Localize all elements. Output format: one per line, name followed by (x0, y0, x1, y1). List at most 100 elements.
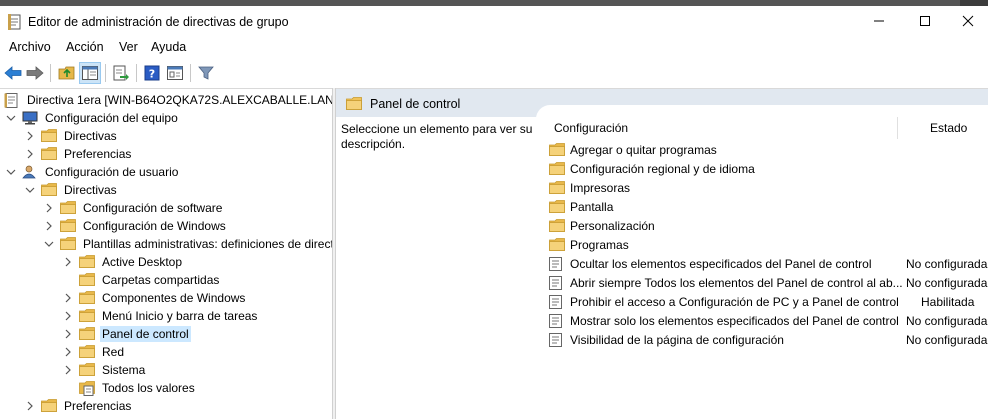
expand-toggle[interactable] (5, 112, 17, 124)
tree-node[interactable]: Menú Inicio y barra de tareas (62, 307, 259, 325)
tree-node[interactable]: Carpetas compartidas (62, 271, 221, 289)
forward-button[interactable] (24, 62, 46, 84)
collapse-toggle[interactable] (62, 292, 74, 304)
list-item[interactable]: Agregar o quitar programas (549, 140, 988, 159)
column-header-configuracion[interactable]: Configuración (554, 121, 628, 135)
expand-toggle[interactable] (43, 238, 55, 250)
collapse-toggle[interactable] (62, 346, 74, 358)
chevron-right-icon (65, 365, 71, 375)
collapse-toggle[interactable] (43, 202, 55, 214)
properties-button[interactable] (164, 62, 186, 84)
collapse-toggle[interactable] (62, 256, 74, 268)
help-icon: ? (144, 65, 160, 81)
help-button[interactable]: ? (141, 62, 163, 84)
policy-editor-app-icon (8, 14, 22, 30)
tree-node-label: Todos los valores (102, 381, 195, 395)
forward-arrow-icon (26, 66, 44, 80)
tree-node[interactable]: Plantillas administrativas: definiciones… (43, 235, 332, 253)
tree-node-label: Sistema (102, 363, 146, 377)
menu-ayuda[interactable]: Ayuda (151, 40, 186, 54)
tree-node[interactable]: Preferencias (24, 145, 133, 163)
chevron-right-icon (46, 203, 52, 213)
back-button[interactable] (2, 62, 24, 84)
collapse-toggle[interactable] (24, 148, 36, 160)
toolbar-separator (105, 64, 106, 82)
collapse-toggle[interactable] (24, 400, 36, 412)
menu-ver[interactable]: Ver (119, 40, 138, 54)
chevron-right-icon (65, 311, 71, 321)
list-item[interactable]: Programas (549, 235, 988, 254)
close-button[interactable] (948, 6, 988, 36)
folder-icon (549, 161, 565, 176)
tree-node-label: Configuración de usuario (45, 165, 179, 179)
list-item-name: Pantalla (570, 199, 614, 214)
tree-node-label: Directiva 1era [WIN-B64O2QKA72S.ALEXCABA… (27, 93, 332, 107)
column-header-estado[interactable]: Estado (930, 121, 967, 135)
list-item[interactable]: Impresoras (549, 178, 988, 197)
policy-setting-icon (549, 256, 565, 271)
tree-node[interactable]: Configuración de software (43, 199, 224, 217)
collapse-toggle[interactable] (62, 364, 74, 376)
folder-icon (41, 147, 57, 161)
collapse-toggle[interactable] (24, 130, 36, 142)
column-divider[interactable] (897, 117, 898, 139)
expand-toggle[interactable] (24, 184, 36, 196)
tree-node[interactable]: Componentes de Windows (62, 289, 247, 307)
folder-icon (79, 363, 95, 377)
list-item-name: Programas (570, 237, 629, 252)
window-title: Editor de administración de directivas d… (28, 15, 289, 29)
collapse-toggle[interactable] (62, 310, 74, 322)
folder-icon (79, 273, 95, 287)
tree-node[interactable]: Preferencias (24, 397, 133, 415)
export-list-button[interactable] (110, 62, 132, 84)
folder-icon (549, 180, 565, 195)
up-level-button[interactable] (56, 62, 78, 84)
show-hide-tree-button[interactable] (79, 62, 101, 84)
tree-node[interactable]: Configuración de Windows (43, 217, 228, 235)
up-folder-icon (58, 66, 75, 80)
list-item-name: Prohibir el acceso a Configuración de PC… (570, 294, 899, 309)
list-item[interactable]: Mostrar solo los elementos especificados… (549, 311, 988, 330)
description-text: Seleccione un elemento para ver su descr… (341, 122, 533, 151)
list-item[interactable]: Ocultar los elementos especificados del … (549, 254, 988, 273)
list-item[interactable]: Personalización (549, 216, 988, 235)
folder-icon (79, 291, 95, 305)
maximize-button[interactable] (902, 6, 948, 36)
collapse-toggle (62, 382, 74, 394)
all-settings-icon (79, 381, 95, 396)
tree-node[interactable]: Active Desktop (62, 253, 184, 271)
list-item[interactable]: Pantalla (549, 197, 988, 216)
tree-node[interactable]: Directiva 1era [WIN-B64O2QKA72S.ALEXCABA… (4, 91, 332, 109)
user-icon (22, 165, 38, 179)
tree-node[interactable]: Configuración del equipo (5, 109, 180, 127)
tree-node[interactable]: Sistema (62, 361, 147, 379)
menu-accion[interactable]: Acción (66, 40, 104, 54)
folder-icon (549, 142, 565, 157)
collapse-toggle[interactable] (43, 220, 55, 232)
console-tree[interactable]: Directiva 1era [WIN-B64O2QKA72S.ALEXCABA… (0, 88, 332, 419)
collapse-toggle[interactable] (62, 328, 74, 340)
tree-node-label: Preferencias (64, 399, 132, 413)
folder-icon (60, 201, 76, 215)
tree-node[interactable]: Todos los valores (62, 379, 197, 397)
list-item[interactable]: Configuración regional y de idioma (549, 159, 988, 178)
folder-icon (79, 327, 95, 341)
list-item[interactable]: Visibilidad de la página de configuració… (549, 330, 988, 349)
tree-node-label: Menú Inicio y barra de tareas (102, 309, 258, 323)
tree-node[interactable]: Configuración de usuario (5, 163, 180, 181)
toolbar-separator (190, 64, 191, 82)
list-item[interactable]: Prohibir el acceso a Configuración de PC… (549, 292, 988, 311)
menu-archivo[interactable]: Archivo (9, 40, 51, 54)
tree-node[interactable]: Directivas (24, 181, 119, 199)
minimize-button[interactable] (856, 6, 902, 36)
toolbar-separator (50, 64, 51, 82)
tree-node[interactable]: Directivas (24, 127, 119, 145)
folder-icon (79, 309, 95, 323)
filter-button[interactable] (195, 62, 217, 84)
back-arrow-icon (4, 66, 22, 80)
list-item[interactable]: Abrir siempre Todos los elementos del Pa… (549, 273, 988, 292)
expand-toggle[interactable] (5, 166, 17, 178)
tree-node[interactable]: Panel de control (62, 325, 191, 343)
tree-node[interactable]: Red (62, 343, 126, 361)
list-item-name: Mostrar solo los elementos especificados… (570, 313, 899, 328)
